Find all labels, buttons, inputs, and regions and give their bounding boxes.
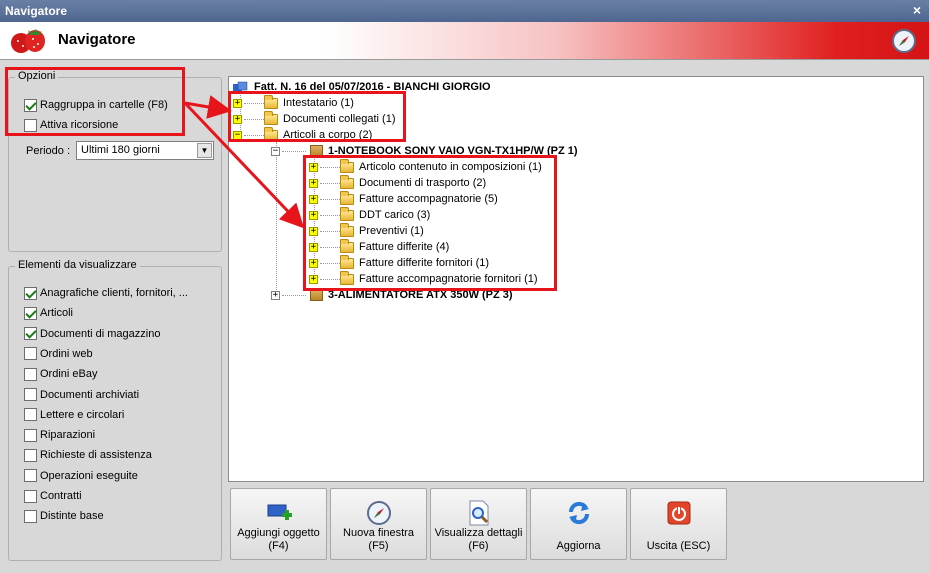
element-label: Distinte base (40, 510, 104, 523)
refresh-label: Aggiorna (556, 540, 601, 552)
checkbox-box[interactable] (24, 306, 37, 320)
checkbox-box[interactable] (24, 469, 37, 483)
period-value: Ultimi 180 giorni (81, 144, 160, 156)
period-select[interactable]: Ultimi 180 giorni ▼ (76, 141, 214, 160)
annotation-box-item-folders (303, 155, 557, 291)
element-checkbox[interactable]: Documenti archiviati (24, 387, 139, 403)
window-titlebar: Navigatore × (0, 0, 929, 22)
element-checkbox[interactable]: Lettere e circolari (24, 407, 124, 423)
element-label: Anagrafiche clienti, fornitori, ... (40, 287, 188, 299)
refresh-icon (568, 501, 589, 525)
header-banner: Navigatore (0, 22, 929, 60)
add-object-button[interactable]: Aggiungi oggetto (F4) (230, 488, 327, 560)
compass-icon (892, 29, 916, 53)
tree-connector (276, 142, 277, 296)
element-label: Documenti archiviati (40, 388, 140, 401)
chevron-down-icon[interactable]: ▼ (197, 143, 212, 158)
details-icon (469, 500, 488, 526)
checkbox-box[interactable] (24, 327, 37, 341)
strawberry-logo (11, 29, 45, 53)
checkbox-box[interactable] (24, 347, 37, 361)
element-checkbox[interactable]: Anagrafiche clienti, fornitori, ... (24, 285, 188, 301)
element-checkbox[interactable]: Ordini eBay (24, 366, 97, 382)
element-label: Lettere e circolari (40, 408, 125, 421)
checkbox-box[interactable] (24, 367, 37, 381)
element-label: Ordini eBay (40, 368, 98, 381)
collapse-icon[interactable]: − (271, 146, 280, 156)
element-label: Articoli (40, 307, 74, 320)
element-checkbox[interactable]: Riparazioni (24, 427, 95, 443)
element-label: Contratti (40, 490, 82, 502)
checkbox-box[interactable] (24, 286, 37, 300)
element-checkbox[interactable]: Articoli (24, 305, 73, 321)
element-checkbox[interactable]: Contratti (24, 488, 82, 504)
refresh-button[interactable]: Aggiorna (530, 488, 627, 560)
checkbox-box[interactable] (24, 408, 37, 422)
element-label: Ordini web (40, 347, 93, 360)
annotation-box-root-folders (228, 91, 406, 142)
page-title: Navigatore (58, 31, 136, 48)
checkbox-box[interactable] (24, 509, 37, 523)
tree-connector (282, 295, 306, 296)
exit-label: Uscita (ESC) (646, 540, 711, 552)
tree-connector (282, 151, 306, 152)
element-checkbox[interactable]: Ordini web (24, 346, 93, 362)
period-label: Periodo : (26, 145, 71, 157)
element-label: Richieste di assistenza (40, 449, 152, 462)
element-checkbox[interactable]: Operazioni eseguite (24, 468, 138, 484)
checkbox-box[interactable] (24, 448, 37, 462)
add-object-label: Aggiungi oggetto (F4) (237, 527, 320, 552)
new-window-label: Nuova finestra (F5) (343, 527, 414, 552)
view-details-label: Visualizza dettagli (F6) (434, 527, 523, 552)
window-title: Navigatore (5, 4, 68, 18)
exit-icon (667, 501, 690, 525)
checkbox-box[interactable] (24, 388, 37, 401)
compass-icon (366, 501, 391, 525)
element-checkbox[interactable]: Richieste di assistenza (24, 447, 152, 463)
element-checkbox[interactable]: Distinte base (24, 508, 104, 524)
view-details-button[interactable]: Visualizza dettagli (F6) (430, 488, 527, 560)
element-checkbox[interactable]: Documenti di magazzino (24, 326, 160, 342)
add-object-icon (267, 504, 292, 520)
elements-legend: Elementi da visualizzare (15, 259, 140, 271)
expand-icon[interactable]: + (271, 290, 280, 300)
close-icon[interactable]: × (913, 2, 921, 18)
new-window-button[interactable]: Nuova finestra (F5) (330, 488, 427, 560)
checkbox-box[interactable] (24, 489, 37, 503)
element-label: Operazioni eseguite (40, 469, 138, 482)
element-label: Documenti di magazzino (40, 327, 161, 340)
exit-button[interactable]: Uscita (ESC) (630, 488, 727, 560)
element-label: Riparazioni (40, 429, 96, 442)
annotation-box-options (5, 67, 185, 136)
checkbox-box[interactable] (24, 428, 37, 442)
